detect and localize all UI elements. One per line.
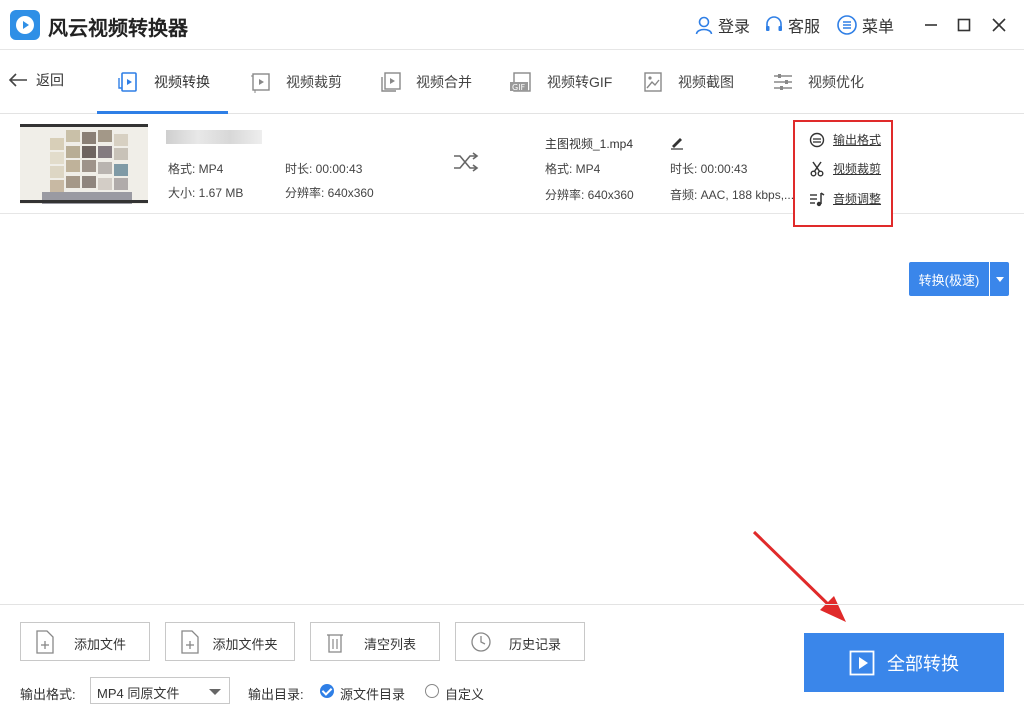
tab-video-crop[interactable]: 视频裁剪	[248, 50, 342, 114]
output-format-value: MP4 同原文件	[97, 686, 180, 701]
music-note-icon	[810, 191, 825, 206]
login-label: 登录	[718, 19, 751, 36]
source-filename-blurred	[166, 130, 262, 144]
output-audio: 音频: AAC, 188 kbps,...	[670, 188, 795, 202]
audio-adjust-option-label: 音频调整	[833, 192, 882, 206]
tab-video-screenshot[interactable]: 视频截图	[640, 50, 734, 114]
minimize-button[interactable]	[920, 14, 942, 36]
add-folder-label: 添加文件夹	[212, 637, 278, 652]
scissors-icon	[810, 161, 824, 176]
tab-label: 视频合并	[416, 74, 472, 90]
tab-label: 视频优化	[808, 74, 864, 90]
add-file-button[interactable]: 添加文件	[20, 622, 150, 661]
source-size: 大小: 1.67 MB	[168, 186, 244, 200]
shuffle-arrow-icon	[452, 152, 480, 177]
output-duration: 时长: 00:00:43	[670, 162, 748, 176]
optimize-icon	[770, 69, 796, 95]
tab-label: 视频转换	[154, 74, 210, 90]
output-filename: 主图视频_1.mp4	[545, 137, 634, 151]
service-label: 客服	[788, 19, 821, 36]
edit-pencil-icon[interactable]	[669, 134, 685, 155]
clear-list-label: 清空列表	[363, 637, 416, 652]
source-format: 格式: MP4	[168, 162, 224, 176]
output-resolution: 分辨率: 640x360	[545, 188, 634, 202]
convert-all-label: 全部转换	[887, 653, 959, 674]
output-format-select[interactable]: MP4 同原文件	[90, 677, 230, 704]
radio-source-dir[interactable]	[320, 684, 334, 698]
tab-video-merge[interactable]: 视频合并	[378, 50, 472, 114]
maximize-icon	[957, 18, 971, 32]
arrow-left-icon	[8, 73, 27, 87]
add-folder-button[interactable]: 添加文件夹	[165, 622, 295, 661]
tab-video-gif[interactable]: GIF 视频转GIF	[509, 50, 612, 114]
red-arrow-annotation	[748, 528, 852, 633]
back-label: 返回	[36, 72, 64, 88]
convert-dropdown-button[interactable]	[990, 262, 1009, 296]
source-dir-label: 源文件目录	[340, 687, 406, 702]
convert-fast-button[interactable]: 转换(极速)	[909, 262, 989, 296]
output-format-label: 输出格式:	[20, 687, 76, 702]
output-format-option[interactable]: 输出格式	[809, 131, 881, 148]
app-title: 风云视频转换器	[48, 18, 188, 40]
source-resolution: 分辨率: 640x360	[285, 186, 374, 200]
audio-adjust-option[interactable]: 音频调整	[809, 190, 881, 207]
format-icon	[809, 132, 825, 147]
video-merge-icon	[378, 69, 404, 95]
custom-dir-label: 自定义	[445, 687, 485, 702]
convert-all-button[interactable]: 全部转换	[804, 633, 1004, 692]
tab-video-optimize[interactable]: 视频优化	[770, 50, 864, 114]
output-format-option-label: 输出格式	[833, 133, 882, 147]
tab-label: 视频裁剪	[286, 74, 342, 90]
output-format: 格式: MP4	[545, 162, 601, 176]
menu-icon	[837, 15, 857, 35]
bottom-divider	[0, 604, 1024, 605]
play-icon	[849, 650, 875, 675]
radio-custom-dir[interactable]	[425, 684, 439, 698]
login-button[interactable]: 登录	[694, 14, 750, 36]
close-icon	[992, 18, 1006, 32]
maximize-button[interactable]	[953, 14, 975, 36]
video-crop-option[interactable]: 视频裁剪	[809, 160, 881, 177]
app-logo-icon	[10, 10, 40, 40]
chevron-down-icon	[209, 689, 221, 695]
gif-icon: GIF	[509, 69, 535, 95]
tab-label: 视频截图	[678, 74, 734, 90]
video-crop-icon	[248, 69, 274, 95]
file-options-highlight: 输出格式 视频裁剪 音频调整	[793, 120, 893, 227]
video-convert-icon	[116, 69, 142, 95]
source-duration: 时长: 00:00:43	[285, 162, 363, 176]
nav-bar: 返回 视频转换 视频裁剪 视频合并 GIF 视频转GIF 视频截图 视频优化	[0, 50, 1024, 114]
add-file-label: 添加文件	[73, 637, 126, 652]
tab-video-convert[interactable]: 视频转换	[116, 50, 210, 114]
user-icon	[695, 16, 713, 35]
title-bar: 风云视频转换器 登录 客服 菜单	[0, 0, 1024, 50]
back-button[interactable]: 返回	[8, 70, 64, 90]
close-button[interactable]	[988, 14, 1010, 36]
history-label: 历史记录	[508, 637, 561, 652]
menu-button[interactable]: 菜单	[836, 14, 894, 36]
screenshot-icon	[640, 69, 666, 95]
menu-label: 菜单	[862, 19, 895, 36]
video-crop-option-label: 视频裁剪	[833, 162, 882, 176]
history-button[interactable]: 历史记录	[455, 622, 585, 661]
minimize-icon	[925, 24, 937, 26]
tab-label: 视频转GIF	[547, 74, 613, 90]
video-thumbnail	[20, 124, 148, 204]
output-dir-label: 输出目录:	[248, 687, 304, 702]
service-button[interactable]: 客服	[764, 14, 820, 36]
clear-list-button[interactable]: 清空列表	[310, 622, 440, 661]
svg-text:GIF: GIF	[512, 83, 526, 92]
headset-icon	[766, 16, 782, 31]
